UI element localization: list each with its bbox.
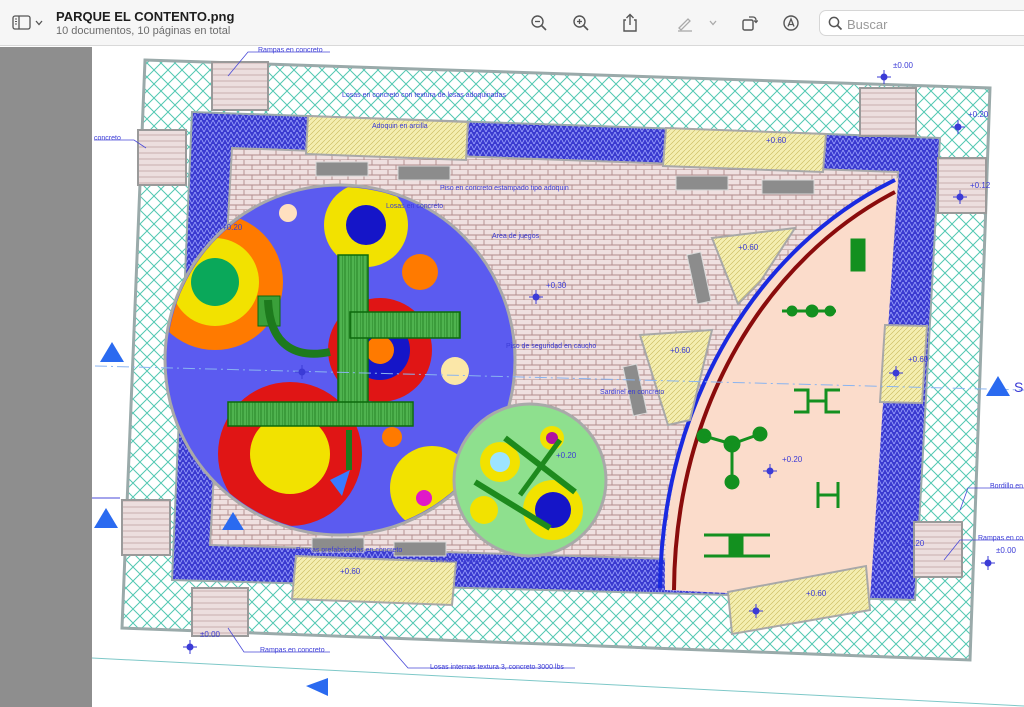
sidebar-toggle-icon bbox=[12, 15, 32, 31]
small-play-area-circle bbox=[452, 402, 608, 558]
plan-text: Sardinel en concreto bbox=[600, 389, 664, 396]
plan-text: Gimnasio al aire libre bbox=[430, 557, 496, 564]
plan-text: Piso de seguridad en caucho bbox=[506, 343, 596, 350]
section-marker-icon bbox=[306, 678, 328, 696]
search-box[interactable] bbox=[819, 10, 1024, 36]
plan-text: Losas en concreto con textura de losas a… bbox=[342, 92, 506, 99]
level-label: +0.20 bbox=[222, 223, 243, 232]
ramp-label: concreto bbox=[94, 135, 121, 142]
zoom-out-icon bbox=[530, 14, 548, 32]
document-subtitle: 10 documentos, 10 páginas en total bbox=[56, 25, 231, 37]
section-marker-icon bbox=[100, 342, 124, 362]
level-label: +0.60 bbox=[340, 567, 361, 576]
level-label: +0.60 bbox=[670, 346, 691, 355]
level-label: +0.60 bbox=[738, 243, 759, 252]
section-marker-icon bbox=[986, 376, 1010, 396]
rotate-button[interactable] bbox=[737, 11, 761, 35]
plan-text: Losas en concreto bbox=[386, 203, 443, 210]
search-input[interactable] bbox=[847, 15, 1024, 33]
rotate-icon bbox=[740, 14, 758, 32]
level-label: +0.30 bbox=[546, 281, 567, 290]
share-icon bbox=[621, 13, 639, 33]
level-label: +0.20 bbox=[904, 539, 925, 548]
ramp-label: Rampas en co bbox=[978, 535, 1023, 542]
level-label: +0.12 bbox=[970, 181, 991, 190]
markup-button[interactable] bbox=[779, 11, 803, 35]
sidebar-toggle-button[interactable] bbox=[12, 12, 46, 34]
section-marker-icon bbox=[94, 508, 118, 528]
note-label: Bordillo en bbox=[990, 483, 1023, 490]
site-plan-drawing: ±0.00 +0.20 +0.12 +0.20 +0.30 +0.60 +0.6… bbox=[92, 47, 1024, 707]
highlight-pen-icon bbox=[676, 14, 694, 32]
level-label: +0.20 bbox=[782, 455, 803, 464]
chevron-down-icon bbox=[35, 20, 43, 26]
document-title: PARQUE EL CONTENTO.png bbox=[56, 9, 235, 24]
zoom-in-button[interactable] bbox=[569, 11, 593, 35]
level-label: ±0.00 bbox=[200, 630, 221, 639]
level-label: +0.60 bbox=[806, 589, 827, 598]
document-title-block: PARQUE EL CONTENTO.png 10 documentos, 10… bbox=[56, 9, 234, 38]
highlight-button[interactable] bbox=[673, 11, 697, 35]
level-label: ±0.00 bbox=[996, 546, 1017, 555]
plan-text: Area de juegos bbox=[492, 233, 540, 240]
toolbar: PARQUE EL CONTENTO.png 10 documentos, 10… bbox=[0, 0, 1024, 46]
search-icon bbox=[828, 16, 843, 36]
zoom-in-icon bbox=[572, 14, 590, 32]
section-label: S bbox=[1014, 379, 1023, 395]
plan-text: Piso en concreto estampado tipo adoquin bbox=[440, 185, 569, 192]
level-label: +0.60 bbox=[766, 136, 787, 145]
plan-text: Adoquin en arcilla bbox=[372, 123, 428, 130]
note-label: Losas internas textura 3, concreto 3000 … bbox=[430, 664, 564, 671]
level-label: +0.20 bbox=[968, 110, 989, 119]
ramp-label: Rampas en concreto bbox=[258, 47, 323, 54]
level-label: ±0.00 bbox=[893, 61, 914, 70]
highlight-menu-button[interactable] bbox=[705, 11, 721, 35]
sidebar-gutter bbox=[0, 47, 92, 707]
level-label: +0.20 bbox=[556, 451, 577, 460]
level-label: +0.60 bbox=[908, 355, 929, 364]
document-canvas[interactable]: ±0.00 +0.20 +0.12 +0.20 +0.30 +0.60 +0.6… bbox=[92, 47, 1024, 707]
markup-icon bbox=[782, 14, 800, 32]
share-button[interactable] bbox=[618, 11, 642, 35]
ramp-label: Rampas en concreto bbox=[260, 647, 325, 654]
zoom-out-button[interactable] bbox=[527, 11, 551, 35]
chevron-down-icon bbox=[709, 20, 717, 26]
plan-text: Bancas prefabricadas en concreto bbox=[296, 547, 402, 554]
